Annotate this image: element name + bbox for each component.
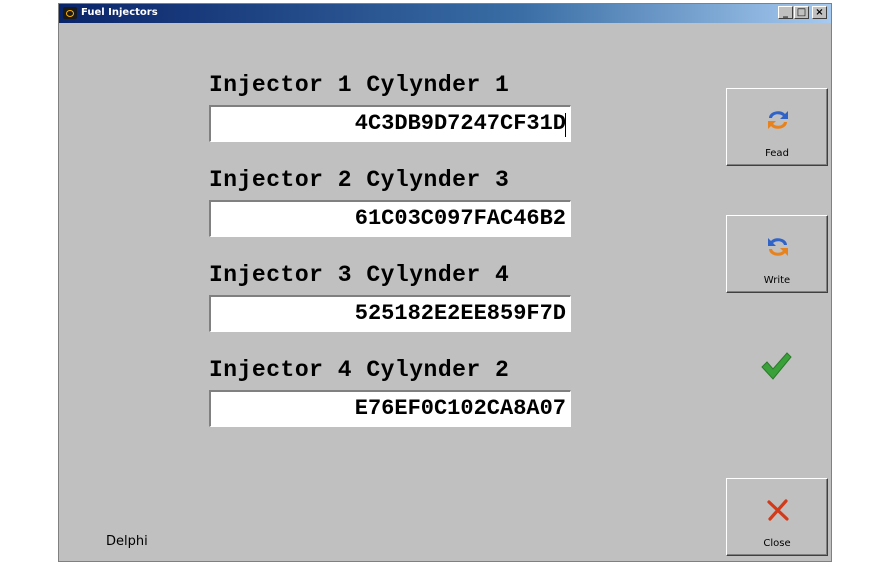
text-caret <box>565 113 566 137</box>
close-window-button[interactable]: × <box>812 6 827 19</box>
close-button[interactable]: Close <box>726 478 828 556</box>
injector-4-label: Injector 4 Cylynder 2 <box>209 357 510 383</box>
injector-2-code: 61C03C097FAC46B2 <box>354 206 566 231</box>
injector-4-code-field[interactable]: E76EF0C102CA8A07 <box>209 390 571 427</box>
window-title: Fuel Injectors <box>81 7 158 18</box>
injector-3-code-field[interactable]: 525182E2EE859F7D <box>209 295 571 332</box>
write-button[interactable]: Write <box>726 215 828 293</box>
read-arrows-icon <box>768 111 788 129</box>
injector-1-code-field[interactable]: 4C3DB9D7247CF31D <box>209 105 571 142</box>
read-button-label: Fead <box>765 148 789 159</box>
injector-2-code-field[interactable]: 61C03C097FAC46B2 <box>209 200 571 237</box>
injector-1-code: 4C3DB9D7247CF31D <box>354 111 566 136</box>
maximize-button[interactable]: □ <box>794 6 809 19</box>
injector-1-label: Injector 1 Cylynder 1 <box>209 72 510 98</box>
app-icon <box>63 7 77 19</box>
title-bar[interactable]: Fuel Injectors _ □ × <box>59 4 831 23</box>
injector-4-code: E76EF0C102CA8A07 <box>354 396 566 421</box>
minimize-button[interactable]: _ <box>778 6 793 19</box>
injector-2-label: Injector 2 Cylynder 3 <box>209 167 510 193</box>
checkmark-icon <box>761 352 792 380</box>
brand-label: Delphi <box>106 534 148 549</box>
close-x-icon <box>767 499 789 521</box>
injector-3-code: 525182E2EE859F7D <box>354 301 566 326</box>
write-arrows-icon <box>768 238 788 256</box>
injector-3-label: Injector 3 Cylynder 4 <box>209 262 510 288</box>
fuel-injectors-window: Fuel Injectors _ □ × Injector 1 Cylynder… <box>58 3 832 562</box>
write-button-label: Write <box>763 275 791 286</box>
read-button[interactable]: Fead <box>726 88 828 166</box>
close-button-label: Close <box>763 538 791 549</box>
